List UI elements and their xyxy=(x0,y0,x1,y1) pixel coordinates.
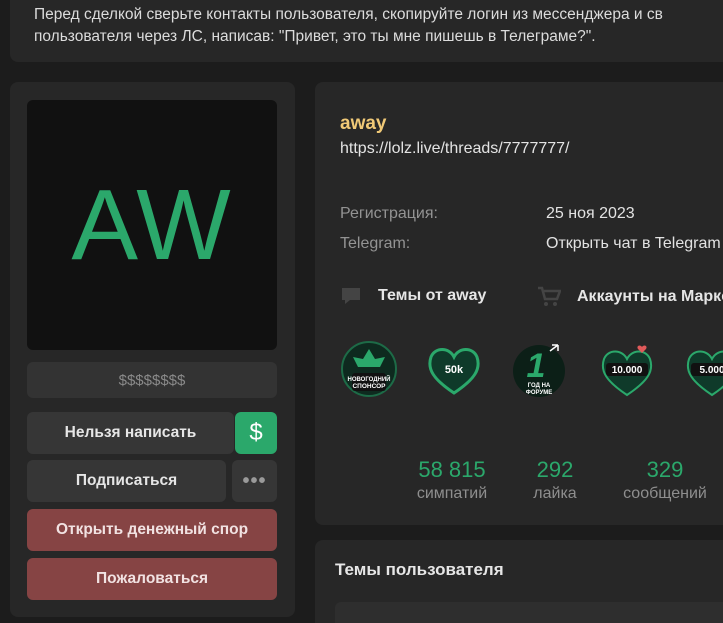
notice-line-1: Перед сделкой сверьте контакты пользоват… xyxy=(34,6,663,23)
profile-sidebar: AW $$$$$$$$ Нельзя написать $ Подписатьс… xyxy=(10,82,295,617)
user-threads-title: Темы пользователя xyxy=(335,560,504,579)
stat-likes-label: лайка xyxy=(533,485,577,502)
user-info-panel: away https://lolz.live/threads/7777777/ … xyxy=(315,82,723,525)
telegram-label: Telegram: xyxy=(340,235,411,252)
registration-label: Регистрация: xyxy=(340,205,438,222)
50k-sympathy-trophy-icon[interactable]: 50k xyxy=(425,341,483,401)
price-badge: $$$$$$$$ xyxy=(27,362,277,398)
telegram-chat-link[interactable]: Открыть чат в Telegram xyxy=(546,235,721,253)
svg-text:5.000: 5.000 xyxy=(699,365,723,376)
stat-messages-value: 329 xyxy=(646,457,684,482)
report-button[interactable]: Пожаловаться xyxy=(27,558,277,600)
threads-list xyxy=(335,602,723,623)
stat-messages-label: сообщений xyxy=(623,485,707,502)
svg-text:СПОНСОР: СПОНСОР xyxy=(352,383,386,390)
notice-line-2: пользователя через ЛС, написав: "Привет,… xyxy=(34,28,596,45)
thread-link[interactable]: https://lolz.live/threads/7777777/ xyxy=(340,140,569,158)
svg-text:50k: 50k xyxy=(445,364,464,376)
svg-text:1: 1 xyxy=(527,347,546,385)
stat-sympathies-value: 58 815 xyxy=(418,457,486,482)
username[interactable]: away xyxy=(340,113,386,135)
one-year-trophy-icon[interactable]: 1 ГОД НА ФОРУМЕ xyxy=(510,341,568,401)
more-options-button[interactable]: ••• xyxy=(232,460,277,502)
cart-icon xyxy=(538,286,561,306)
stat-likes[interactable]: 292 лайка xyxy=(515,458,595,503)
dollar-button[interactable]: $ xyxy=(235,412,277,454)
stat-sympathies[interactable]: 58 815 симпатий xyxy=(407,458,497,503)
stat-likes-value: 292 xyxy=(536,457,574,482)
5000-trophy-icon[interactable]: 5.000 xyxy=(683,341,723,401)
svg-text:НОВОГОДНИЙ: НОВОГОДНИЙ xyxy=(348,375,391,383)
cannot-write-button[interactable]: Нельзя написать xyxy=(27,412,234,454)
market-accounts-link[interactable]: Аккаунты на Маркете xyxy=(537,286,723,308)
contact-warning-notice: Перед сделкой сверьте контакты пользоват… xyxy=(10,0,723,62)
svg-text:ГОД НА: ГОД НА xyxy=(528,383,551,389)
open-dispute-button[interactable]: Открыть денежный спор xyxy=(27,509,277,551)
user-threads-link[interactable]: Темы от away xyxy=(340,286,486,306)
sponsor-trophy-icon[interactable]: НОВОГОДНИЙ СПОНСОР xyxy=(340,341,398,401)
user-threads-panel: Темы пользователя xyxy=(315,540,723,623)
registration-value: 25 ноя 2023 xyxy=(546,205,635,222)
stat-messages[interactable]: 329 сообщений xyxy=(615,458,715,503)
stat-sympathies-label: симпатий xyxy=(416,485,488,502)
user-threads-label: Темы от away xyxy=(378,287,487,304)
avatar[interactable]: AW xyxy=(27,100,277,350)
subscribe-button[interactable]: Подписаться xyxy=(27,460,226,502)
avatar-initials: AW xyxy=(71,168,233,281)
chat-bubble-icon xyxy=(342,288,360,304)
svg-text:ФОРУМЕ: ФОРУМЕ xyxy=(526,390,552,396)
market-accounts-label: Аккаунты на Маркете xyxy=(577,288,723,305)
svg-text:10.000: 10.000 xyxy=(612,365,643,376)
10000-trophy-icon[interactable]: 10.000 xyxy=(598,341,656,401)
